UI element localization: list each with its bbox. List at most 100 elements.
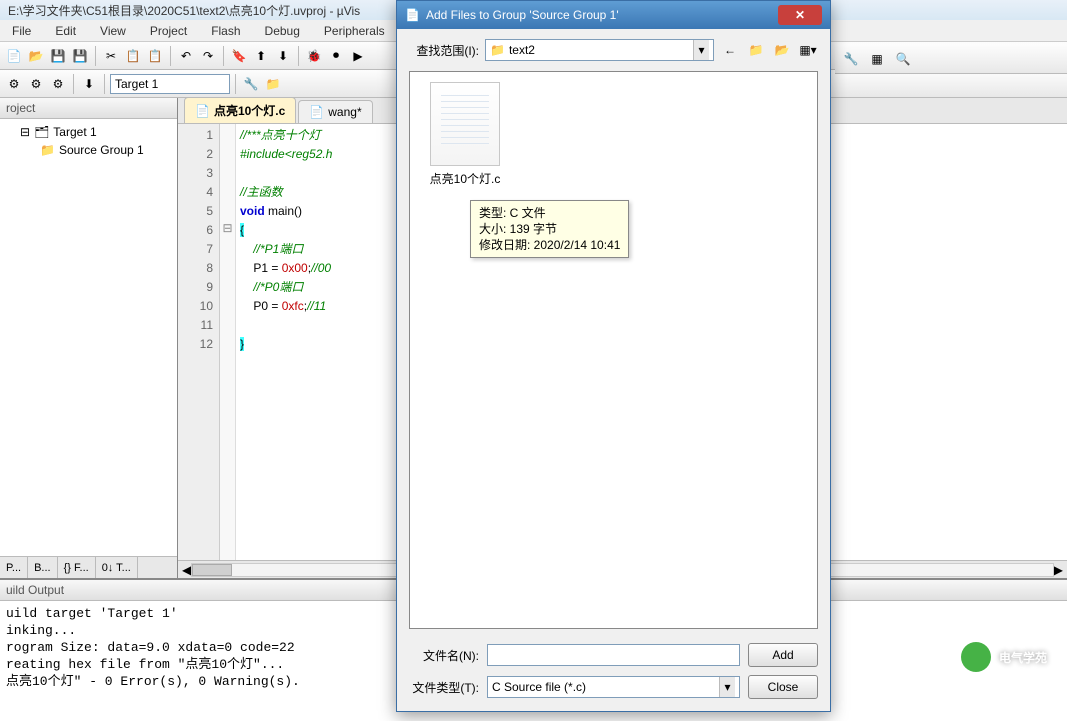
back-icon[interactable]: ← [720, 40, 740, 60]
breakpoint-icon[interactable]: ⏺ [326, 46, 346, 66]
editor-tab-label: wang* [328, 105, 361, 119]
tree-group-label: Source Group 1 [59, 143, 144, 157]
save-icon[interactable]: 💾 [48, 46, 68, 66]
separator [235, 74, 236, 94]
run-icon[interactable]: ▶ [348, 46, 368, 66]
filetype-label: 文件类型(T): [409, 679, 479, 696]
build-icon[interactable]: ⚙ [4, 74, 24, 94]
undo-icon[interactable]: ↶ [176, 46, 196, 66]
panel-tab[interactable]: P... [0, 557, 28, 578]
watermark: 电气学苑 [961, 642, 1047, 672]
file-list-area[interactable]: 点亮10个灯.c 类型: C 文件 大小: 139 字节 修改日期: 2020/… [409, 71, 818, 629]
code-text[interactable]: //***点亮十个灯#include<reg52.h//主函数void main… [236, 124, 332, 560]
download-icon[interactable]: ⬇ [79, 74, 99, 94]
filetype-value: C Source file (*.c) [492, 680, 586, 694]
new-folder-icon[interactable]: 📂 [772, 40, 792, 60]
add-button[interactable]: Add [748, 643, 818, 667]
save-all-icon[interactable]: 💾 [70, 46, 90, 66]
dialog-close-x[interactable]: ✕ [778, 5, 822, 25]
menu-view[interactable]: View [88, 21, 138, 41]
scroll-thumb[interactable] [192, 564, 232, 576]
menu-debug[interactable]: Debug [253, 21, 312, 41]
copy-icon[interactable]: 📋 [123, 46, 143, 66]
target-selector[interactable] [110, 74, 230, 94]
c-file-icon [430, 82, 500, 166]
watermark-text: 电气学苑 [999, 649, 1047, 666]
editor-tab[interactable]: 📄wang* [298, 100, 372, 123]
project-panel: roject ⊟ 🗂 Target 1 📁 Source Group 1 P..… [0, 98, 178, 578]
prev-bookmark-icon[interactable]: ⬆ [251, 46, 271, 66]
tree-target-label: Target 1 [53, 125, 96, 139]
dialog-bottom: 文件名(N): Add 文件类型(T): C Source file (*.c)… [397, 635, 830, 711]
minus-icon: ⊟ [20, 125, 30, 139]
tree-group[interactable]: 📁 Source Group 1 [4, 141, 173, 159]
open-file-icon[interactable]: 📂 [26, 46, 46, 66]
file-icon: 📄 [195, 104, 210, 118]
editor-tab[interactable]: 📄 点亮10个灯.c [184, 97, 296, 123]
up-folder-icon[interactable]: 📁 [746, 40, 766, 60]
chevron-down-icon[interactable]: ▾ [693, 40, 709, 60]
project-panel-title: roject [0, 98, 177, 119]
lookin-combo[interactable]: 📁 text2 ▾ [485, 39, 714, 61]
manage-icon[interactable]: 📁 [263, 74, 283, 94]
new-file-icon[interactable]: 📄 [4, 46, 24, 66]
scroll-left-icon[interactable]: ◀ [182, 563, 191, 577]
project-tree[interactable]: ⊟ 🗂 Target 1 📁 Source Group 1 [0, 119, 177, 556]
menu-peripherals[interactable]: Peripherals [312, 21, 397, 41]
search-icon[interactable]: 🔍 [893, 49, 913, 69]
separator [298, 46, 299, 66]
lookin-value: text2 [509, 43, 535, 57]
dialog-titlebar[interactable]: 📄 Add Files to Group 'Source Group 1' ✕ [397, 1, 830, 29]
separator [73, 74, 74, 94]
chevron-down-icon[interactable]: ▾ [719, 677, 735, 697]
add-files-dialog: 📄 Add Files to Group 'Source Group 1' ✕ … [396, 0, 831, 712]
lookin-row: 查找范围(I): 📁 text2 ▾ ← 📁 📂 ▦▾ [397, 29, 830, 65]
cut-icon[interactable]: ✂ [101, 46, 121, 66]
menu-project[interactable]: Project [138, 21, 199, 41]
lookin-label: 查找范围(I): [409, 42, 479, 59]
filename-input[interactable] [487, 644, 740, 666]
dialog-nav-icons: ← 📁 📂 ▦▾ [720, 40, 818, 60]
scroll-right-icon[interactable]: ▶ [1054, 563, 1063, 577]
file-item[interactable]: 点亮10个灯.c [420, 82, 510, 187]
filetype-row: 文件类型(T): C Source file (*.c) ▾ Close [409, 675, 818, 699]
build-all-icon[interactable]: ⚙ [48, 74, 68, 94]
editor-tab-label: 点亮10个灯.c [214, 102, 285, 119]
next-bookmark-icon[interactable]: ⬇ [273, 46, 293, 66]
menu-file[interactable]: File [0, 21, 43, 41]
filetype-combo[interactable]: C Source file (*.c) ▾ [487, 676, 740, 698]
wechat-icon [961, 642, 991, 672]
panel-tab[interactable]: 0↓ T... [96, 557, 138, 578]
dialog-icon: 📄 [405, 8, 420, 22]
dialog-title-text: Add Files to Group 'Source Group 1' [426, 8, 619, 22]
view-icon[interactable]: ▦ [867, 49, 887, 69]
right-toolbar-strip: 🔧 ▦ 🔍 [835, 44, 1067, 74]
tree-target[interactable]: ⊟ 🗂 Target 1 [4, 123, 173, 141]
tooltip-date: 修改日期: 2020/2/14 10:41 [479, 237, 620, 253]
view-menu-icon[interactable]: ▦▾ [798, 40, 818, 60]
options-icon[interactable]: 🔧 [241, 74, 261, 94]
separator [170, 46, 171, 66]
menu-flash[interactable]: Flash [199, 21, 252, 41]
tool-icon[interactable]: 🔧 [841, 49, 861, 69]
paste-icon[interactable]: 📋 [145, 46, 165, 66]
panel-tab[interactable]: {} F... [58, 557, 96, 578]
bookmark-icon[interactable]: 🔖 [229, 46, 249, 66]
debug-icon[interactable]: 🐞 [304, 46, 324, 66]
close-button[interactable]: Close [748, 675, 818, 699]
panel-tab[interactable]: B... [28, 557, 58, 578]
folder-icon: 📁 [40, 143, 55, 157]
separator [104, 74, 105, 94]
main-title-text: E:\学习文件夹\C51根目录\2020C51\text2\点亮10个灯.uvp… [8, 2, 360, 19]
line-gutter: 123456789101112 [178, 124, 220, 560]
redo-icon[interactable]: ↷ [198, 46, 218, 66]
separator [223, 46, 224, 66]
rebuild-icon[interactable]: ⚙ [26, 74, 46, 94]
project-panel-tabs: P...B...{} F...0↓ T... [0, 556, 177, 578]
file-item-label: 点亮10个灯.c [420, 170, 510, 187]
tooltip-type: 类型: C 文件 [479, 205, 620, 221]
menu-edit[interactable]: Edit [43, 21, 88, 41]
file-tooltip: 类型: C 文件 大小: 139 字节 修改日期: 2020/2/14 10:4… [470, 200, 629, 258]
target-icon: 🗂 [34, 125, 49, 139]
fold-gutter: ⊟ [220, 124, 236, 560]
